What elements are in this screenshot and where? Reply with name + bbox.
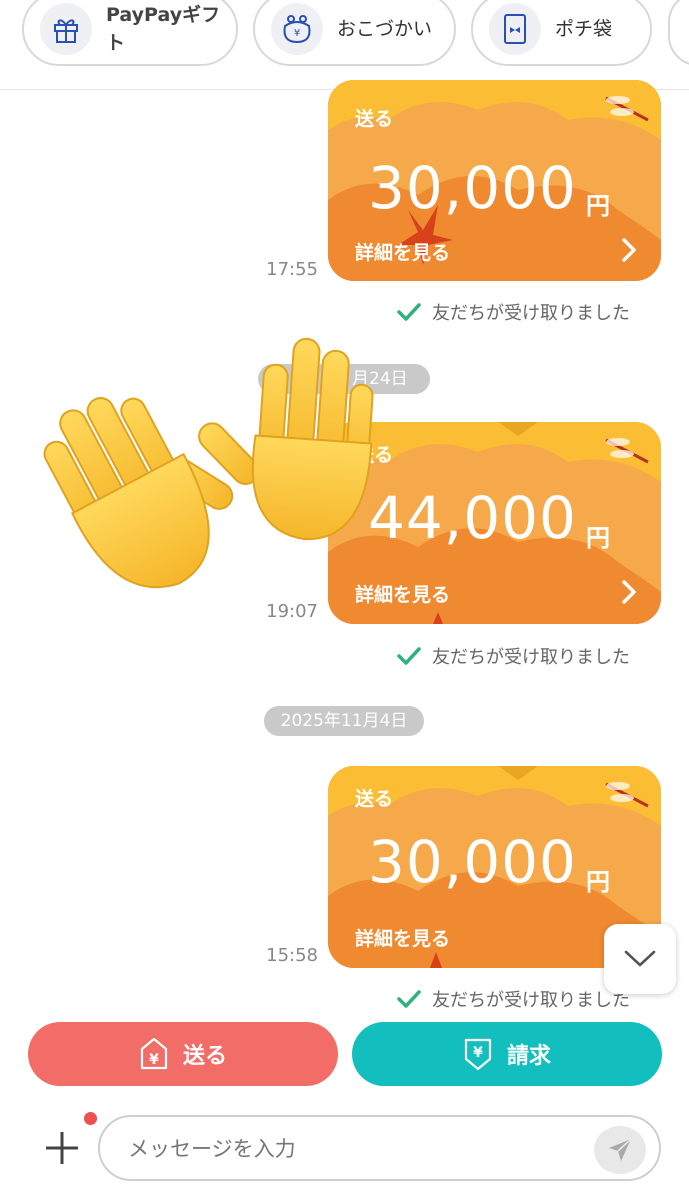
dragonfly-icon [605,782,649,808]
card-currency: 円 [586,868,610,896]
chip-label: PayPayギフト [106,4,221,54]
message-time: 17:55 [266,259,318,280]
chip-paypay-gift[interactable]: PayPayギフト [22,0,238,66]
card-currency: 円 [586,524,610,552]
card-detail-link[interactable]: 詳細を見る [355,238,450,265]
envelope-icon [489,3,541,55]
message-input[interactable] [128,1129,568,1169]
check-icon [397,990,421,1008]
svg-text:¥: ¥ [473,1045,483,1061]
gift-card[interactable]: 送る 30,000 円 詳細を見る [328,80,661,281]
chip-pochi-bag[interactable]: ポチ袋 [471,0,652,66]
request-yen-icon: ¥ [464,1038,492,1071]
card-send-label: 送る [355,108,394,130]
plus-icon[interactable] [42,1128,82,1168]
dragonfly-icon [605,96,649,122]
date-text: 2025年11月4日 [280,711,408,731]
send-yen-icon: ¥ [140,1037,168,1070]
chip-label: おこづかい [337,18,433,40]
chip-label: ポチ袋 [555,18,613,40]
receipt-status: 友だちが受け取りました [396,299,630,325]
request-money-button[interactable]: ¥ 請求 [352,1022,662,1086]
message-time: 19:07 [266,601,318,622]
receipt-status-text: 友だちが受け取りました [432,303,630,324]
check-icon [397,303,421,321]
card-currency: 円 [586,192,610,220]
receipt-status: 友だちが受け取りました [396,643,630,669]
notification-dot [84,1112,97,1125]
check-icon [397,647,421,665]
request-button-label: 請求 [506,1044,551,1069]
date-separator: 2025年11月4日 [264,706,424,736]
chip-more[interactable] [668,0,689,66]
receipt-status-text: 友だちが受け取りました [432,647,630,668]
message-time: 15:58 [266,945,318,966]
card-amount: 30,000 [368,154,577,222]
svg-text:¥: ¥ [294,28,300,39]
send-button-label: 送る [182,1044,227,1069]
gift-icon [40,3,92,55]
scroll-to-bottom-button[interactable] [604,924,676,994]
card-detail-link[interactable]: 詳細を見る [355,924,450,951]
chevron-right-icon [622,580,636,604]
paper-plane-icon [609,1138,632,1161]
chip-allowance[interactable]: ¥ おこづかい [253,0,456,66]
receipt-status: 友だちが受け取りました [396,986,630,1012]
coin-purse-icon: ¥ [271,3,323,55]
send-message-button[interactable] [594,1126,646,1174]
send-money-button[interactable]: ¥ 送る [28,1022,338,1086]
svg-text:¥: ¥ [149,1052,159,1068]
chevron-right-icon [622,238,636,262]
raised-hands-emoji [43,337,374,589]
receipt-status-text: 友だちが受け取りました [432,990,630,1011]
gift-type-bar: PayPayギフト ¥ おこづかい ポチ袋 [0,0,689,90]
message-input-container [98,1115,661,1181]
dragonfly-icon [605,438,649,464]
chat-screen: PayPayギフト ¥ おこづかい ポチ袋 送る 30,000 円 詳細を見る [0,0,689,1200]
card-send-label: 送る [355,788,394,810]
card-amount: 30,000 [368,828,577,896]
chevron-down-icon [624,950,656,967]
